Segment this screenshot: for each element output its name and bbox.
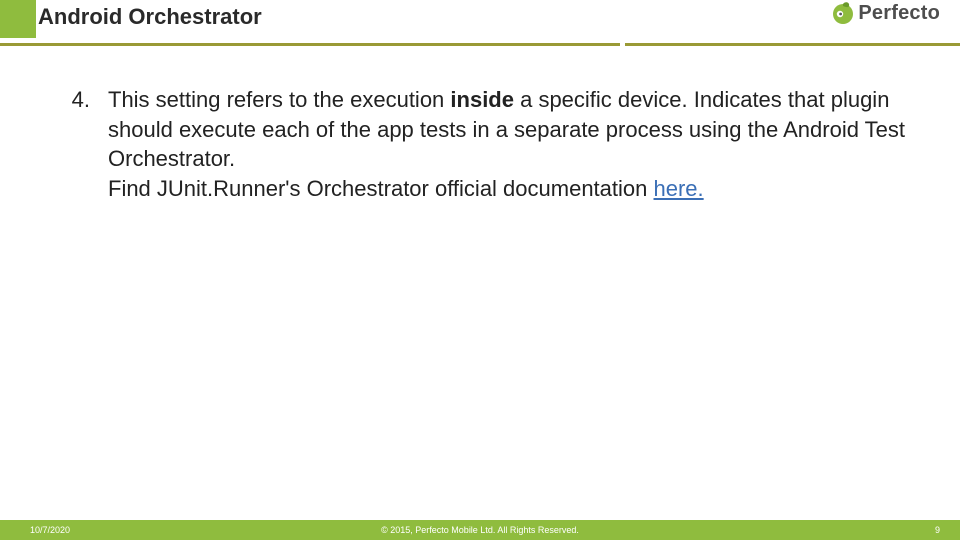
footer-date: 10/7/2020 (30, 525, 70, 535)
slide-footer: 10/7/2020 © 2015, Perfecto Mobile Ltd. A… (0, 520, 960, 540)
footer-page-number: 9 (935, 525, 940, 535)
text-segment: Find JUnit.Runner's Orchestrator officia… (108, 176, 654, 201)
footer-copyright: © 2015, Perfecto Mobile Ltd. All Rights … (381, 525, 579, 535)
text-bold: inside (450, 87, 514, 112)
slide-header: Android Orchestrator Perfecto (0, 0, 960, 48)
perfecto-icon (830, 0, 856, 26)
brand-logo: Perfecto (830, 0, 940, 26)
numbered-list: 4. This setting refers to the execution … (60, 85, 930, 204)
text-segment: This setting refers to the execution (108, 87, 450, 112)
slide-title: Android Orchestrator (38, 4, 262, 30)
slide: Android Orchestrator Perfecto 4. This se… (0, 0, 960, 540)
list-item: 4. This setting refers to the execution … (60, 85, 930, 204)
header-rule-left (0, 43, 620, 46)
slide-body: 4. This setting refers to the execution … (0, 85, 960, 510)
documentation-link[interactable]: here. (654, 176, 704, 201)
list-item-text: This setting refers to the execution ins… (108, 85, 928, 204)
brand-name: Perfecto (858, 2, 940, 25)
header-rule-right (625, 43, 960, 46)
title-accent-block (0, 0, 36, 38)
list-item-number: 4. (60, 85, 90, 204)
